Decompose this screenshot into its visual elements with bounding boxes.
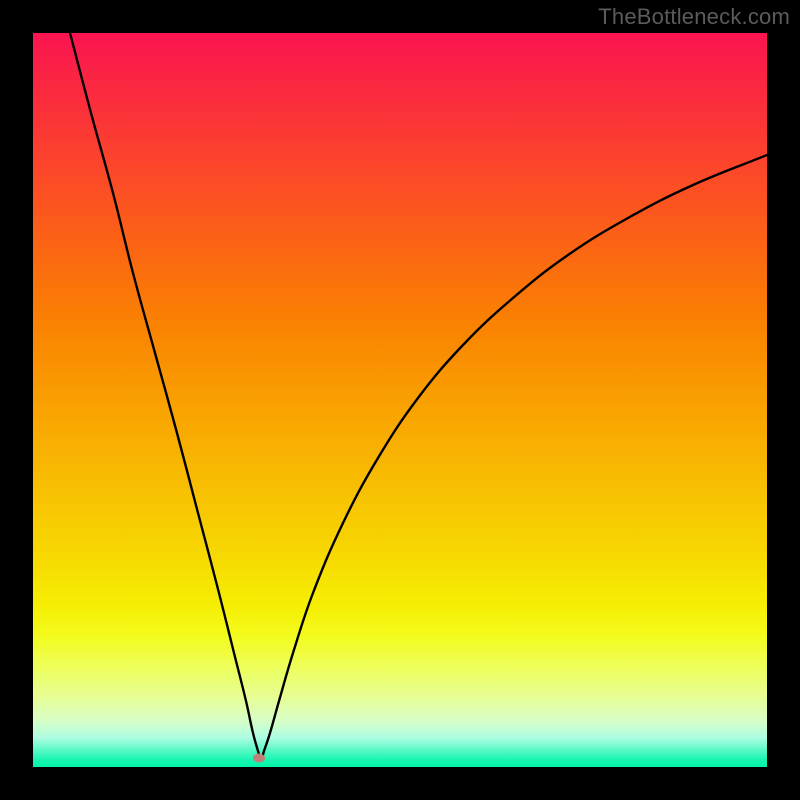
- attribution-text: TheBottleneck.com: [598, 4, 790, 30]
- chart-frame: TheBottleneck.com: [0, 0, 800, 800]
- plot-area: [33, 33, 767, 767]
- optimum-marker: [253, 754, 265, 763]
- bottleneck-curve: [33, 33, 767, 767]
